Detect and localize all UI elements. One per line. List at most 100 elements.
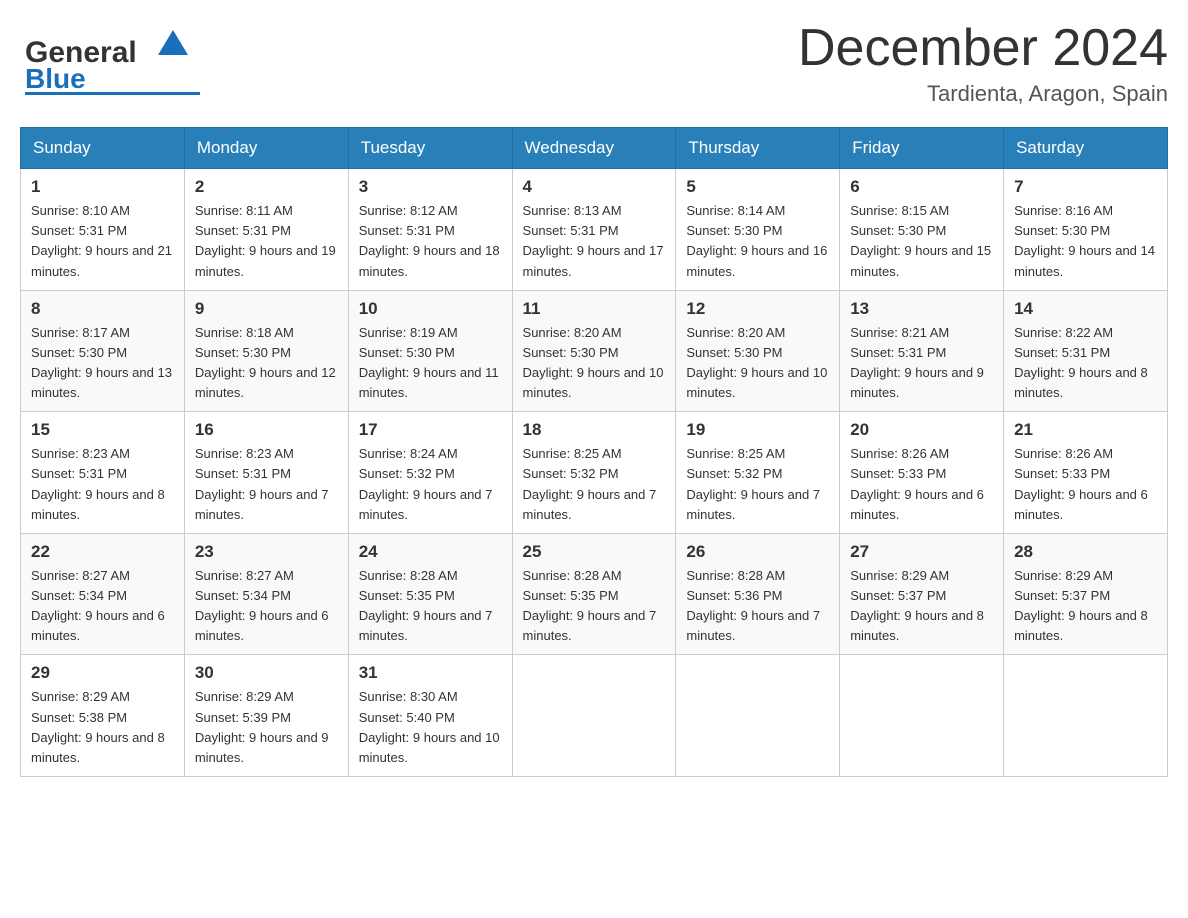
day-info: Sunrise: 8:10 AM Sunset: 5:31 PM Dayligh… <box>31 201 174 282</box>
calendar-cell: 17 Sunrise: 8:24 AM Sunset: 5:32 PM Dayl… <box>348 412 512 534</box>
calendar-cell: 18 Sunrise: 8:25 AM Sunset: 5:32 PM Dayl… <box>512 412 676 534</box>
sunrise-text: Sunrise: 8:14 AM <box>686 203 785 218</box>
sunrise-text: Sunrise: 8:25 AM <box>686 446 785 461</box>
day-number: 2 <box>195 177 338 197</box>
calendar-cell: 20 Sunrise: 8:26 AM Sunset: 5:33 PM Dayl… <box>840 412 1004 534</box>
daylight-text: Daylight: 9 hours and 7 minutes. <box>359 487 493 522</box>
day-number: 1 <box>31 177 174 197</box>
day-info: Sunrise: 8:24 AM Sunset: 5:32 PM Dayligh… <box>359 444 502 525</box>
sunset-text: Sunset: 5:32 PM <box>359 466 455 481</box>
sunset-text: Sunset: 5:30 PM <box>1014 223 1110 238</box>
calendar-week-row: 8 Sunrise: 8:17 AM Sunset: 5:30 PM Dayli… <box>21 290 1168 412</box>
calendar-cell: 6 Sunrise: 8:15 AM Sunset: 5:30 PM Dayli… <box>840 169 1004 291</box>
calendar-cell <box>676 655 840 777</box>
day-info: Sunrise: 8:16 AM Sunset: 5:30 PM Dayligh… <box>1014 201 1157 282</box>
day-info: Sunrise: 8:27 AM Sunset: 5:34 PM Dayligh… <box>31 566 174 647</box>
day-info: Sunrise: 8:23 AM Sunset: 5:31 PM Dayligh… <box>195 444 338 525</box>
calendar-cell: 24 Sunrise: 8:28 AM Sunset: 5:35 PM Dayl… <box>348 533 512 655</box>
day-number: 13 <box>850 299 993 319</box>
sunrise-text: Sunrise: 8:11 AM <box>195 203 293 218</box>
day-info: Sunrise: 8:20 AM Sunset: 5:30 PM Dayligh… <box>686 323 829 404</box>
sunset-text: Sunset: 5:30 PM <box>686 345 782 360</box>
day-info: Sunrise: 8:26 AM Sunset: 5:33 PM Dayligh… <box>1014 444 1157 525</box>
sunrise-text: Sunrise: 8:24 AM <box>359 446 458 461</box>
day-number: 19 <box>686 420 829 440</box>
sunset-text: Sunset: 5:32 PM <box>686 466 782 481</box>
sunrise-text: Sunrise: 8:17 AM <box>31 325 130 340</box>
sunset-text: Sunset: 5:31 PM <box>1014 345 1110 360</box>
daylight-text: Daylight: 9 hours and 6 minutes. <box>195 608 329 643</box>
calendar-cell: 12 Sunrise: 8:20 AM Sunset: 5:30 PM Dayl… <box>676 290 840 412</box>
day-info: Sunrise: 8:29 AM Sunset: 5:38 PM Dayligh… <box>31 687 174 768</box>
calendar-cell <box>840 655 1004 777</box>
day-info: Sunrise: 8:27 AM Sunset: 5:34 PM Dayligh… <box>195 566 338 647</box>
sunrise-text: Sunrise: 8:20 AM <box>686 325 785 340</box>
calendar-cell <box>1004 655 1168 777</box>
calendar-cell: 4 Sunrise: 8:13 AM Sunset: 5:31 PM Dayli… <box>512 169 676 291</box>
sunrise-text: Sunrise: 8:23 AM <box>31 446 130 461</box>
day-number: 14 <box>1014 299 1157 319</box>
day-info: Sunrise: 8:29 AM Sunset: 5:39 PM Dayligh… <box>195 687 338 768</box>
page-header: General Blue December 2024 Tardienta, Ar… <box>20 20 1168 107</box>
sunrise-text: Sunrise: 8:25 AM <box>523 446 622 461</box>
day-number: 28 <box>1014 542 1157 562</box>
daylight-text: Daylight: 9 hours and 8 minutes. <box>31 730 165 765</box>
day-info: Sunrise: 8:25 AM Sunset: 5:32 PM Dayligh… <box>686 444 829 525</box>
sunset-text: Sunset: 5:31 PM <box>31 223 127 238</box>
daylight-text: Daylight: 9 hours and 19 minutes. <box>195 243 336 278</box>
calendar-cell <box>512 655 676 777</box>
day-info: Sunrise: 8:28 AM Sunset: 5:36 PM Dayligh… <box>686 566 829 647</box>
day-header-monday: Monday <box>184 128 348 169</box>
title-section: December 2024 Tardienta, Aragon, Spain <box>798 20 1168 107</box>
daylight-text: Daylight: 9 hours and 8 minutes. <box>1014 608 1148 643</box>
sunset-text: Sunset: 5:33 PM <box>850 466 946 481</box>
calendar-cell: 31 Sunrise: 8:30 AM Sunset: 5:40 PM Dayl… <box>348 655 512 777</box>
calendar-cell: 9 Sunrise: 8:18 AM Sunset: 5:30 PM Dayli… <box>184 290 348 412</box>
day-info: Sunrise: 8:17 AM Sunset: 5:30 PM Dayligh… <box>31 323 174 404</box>
calendar-cell: 13 Sunrise: 8:21 AM Sunset: 5:31 PM Dayl… <box>840 290 1004 412</box>
sunset-text: Sunset: 5:31 PM <box>359 223 455 238</box>
day-info: Sunrise: 8:14 AM Sunset: 5:30 PM Dayligh… <box>686 201 829 282</box>
day-number: 11 <box>523 299 666 319</box>
day-header-friday: Friday <box>840 128 1004 169</box>
sunrise-text: Sunrise: 8:26 AM <box>850 446 949 461</box>
svg-text:Blue: Blue <box>25 63 86 94</box>
day-header-saturday: Saturday <box>1004 128 1168 169</box>
day-header-thursday: Thursday <box>676 128 840 169</box>
calendar-cell: 29 Sunrise: 8:29 AM Sunset: 5:38 PM Dayl… <box>21 655 185 777</box>
calendar-week-row: 1 Sunrise: 8:10 AM Sunset: 5:31 PM Dayli… <box>21 169 1168 291</box>
sunrise-text: Sunrise: 8:16 AM <box>1014 203 1113 218</box>
sunrise-text: Sunrise: 8:28 AM <box>359 568 458 583</box>
sunrise-text: Sunrise: 8:30 AM <box>359 689 458 704</box>
calendar-cell: 25 Sunrise: 8:28 AM Sunset: 5:35 PM Dayl… <box>512 533 676 655</box>
daylight-text: Daylight: 9 hours and 6 minutes. <box>850 487 984 522</box>
sunset-text: Sunset: 5:35 PM <box>359 588 455 603</box>
day-info: Sunrise: 8:28 AM Sunset: 5:35 PM Dayligh… <box>523 566 666 647</box>
daylight-text: Daylight: 9 hours and 10 minutes. <box>359 730 500 765</box>
day-number: 18 <box>523 420 666 440</box>
daylight-text: Daylight: 9 hours and 8 minutes. <box>31 487 165 522</box>
calendar-week-row: 22 Sunrise: 8:27 AM Sunset: 5:34 PM Dayl… <box>21 533 1168 655</box>
day-info: Sunrise: 8:13 AM Sunset: 5:31 PM Dayligh… <box>523 201 666 282</box>
calendar-cell: 3 Sunrise: 8:12 AM Sunset: 5:31 PM Dayli… <box>348 169 512 291</box>
sunset-text: Sunset: 5:31 PM <box>195 466 291 481</box>
day-info: Sunrise: 8:23 AM Sunset: 5:31 PM Dayligh… <box>31 444 174 525</box>
sunset-text: Sunset: 5:34 PM <box>31 588 127 603</box>
sunset-text: Sunset: 5:37 PM <box>850 588 946 603</box>
calendar-cell: 7 Sunrise: 8:16 AM Sunset: 5:30 PM Dayli… <box>1004 169 1168 291</box>
day-header-wednesday: Wednesday <box>512 128 676 169</box>
sunset-text: Sunset: 5:40 PM <box>359 710 455 725</box>
daylight-text: Daylight: 9 hours and 10 minutes. <box>686 365 827 400</box>
calendar-cell: 11 Sunrise: 8:20 AM Sunset: 5:30 PM Dayl… <box>512 290 676 412</box>
day-number: 15 <box>31 420 174 440</box>
calendar-cell: 2 Sunrise: 8:11 AM Sunset: 5:31 PM Dayli… <box>184 169 348 291</box>
calendar-week-row: 29 Sunrise: 8:29 AM Sunset: 5:38 PM Dayl… <box>21 655 1168 777</box>
day-number: 3 <box>359 177 502 197</box>
calendar-cell: 16 Sunrise: 8:23 AM Sunset: 5:31 PM Dayl… <box>184 412 348 534</box>
calendar-week-row: 15 Sunrise: 8:23 AM Sunset: 5:31 PM Dayl… <box>21 412 1168 534</box>
daylight-text: Daylight: 9 hours and 7 minutes. <box>195 487 329 522</box>
day-info: Sunrise: 8:11 AM Sunset: 5:31 PM Dayligh… <box>195 201 338 282</box>
day-info: Sunrise: 8:26 AM Sunset: 5:33 PM Dayligh… <box>850 444 993 525</box>
day-number: 16 <box>195 420 338 440</box>
calendar-header-row: SundayMondayTuesdayWednesdayThursdayFrid… <box>21 128 1168 169</box>
